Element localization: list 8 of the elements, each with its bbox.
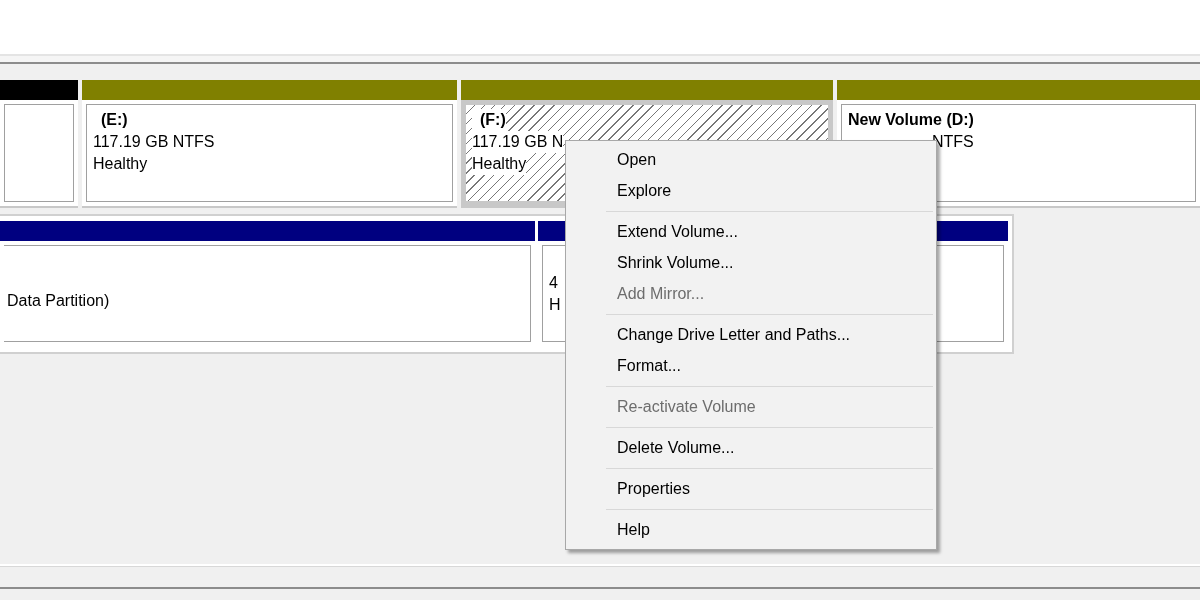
volume-size: 117.19 GB N [472, 131, 564, 153]
volume-status: Healthy [472, 153, 527, 175]
volume-size: Data Partition) [7, 290, 110, 311]
volume-name: (F:) [472, 109, 506, 131]
volume-status: Healthy [93, 154, 148, 174]
volume-status: H [549, 294, 561, 315]
volume-size: 4 [549, 272, 558, 293]
volume-size: 117.19 GB NTFS [93, 132, 215, 152]
